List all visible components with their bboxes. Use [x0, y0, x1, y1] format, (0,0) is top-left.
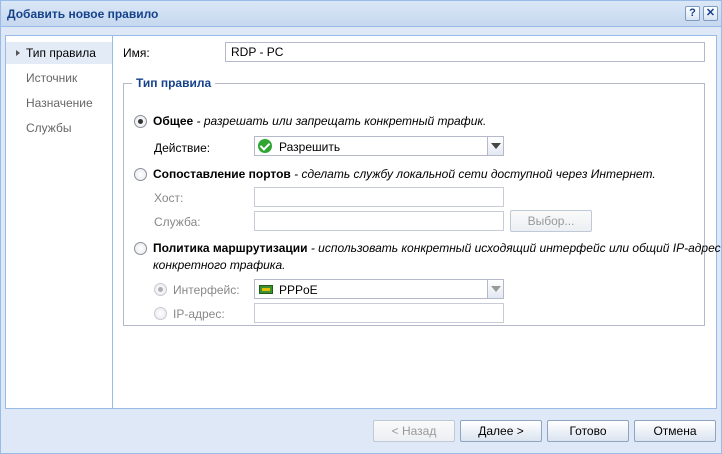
done-button[interactable]: Готово — [547, 420, 629, 442]
title-bar: Добавить новое правило ? ✕ — [1, 1, 721, 27]
ip-address-label: IP-адрес: — [173, 307, 225, 321]
chevron-down-icon[interactable] — [487, 280, 503, 298]
general-title: Общее — [153, 114, 194, 128]
action-label: Действие: — [154, 141, 211, 155]
action-selected-value: Разрешить — [279, 140, 341, 154]
sidebar-item-source[interactable]: Источник — [6, 67, 112, 89]
help-button[interactable]: ? — [685, 6, 700, 21]
sidebar-item-destination[interactable]: Назначение — [6, 92, 112, 114]
check-circle-icon — [258, 139, 272, 153]
sidebar-item-services[interactable]: Службы — [6, 117, 112, 139]
port-mapping-title: Сопоставление портов — [153, 167, 291, 181]
sidebar-item-label: Источник — [26, 71, 78, 85]
port-mapping-description: - сделать службу локальной сети доступно… — [290, 167, 656, 181]
next-button[interactable]: Далее > — [460, 420, 542, 442]
wizard-steps-sidebar: Тип правила Источник Назначение Службы — [5, 35, 113, 409]
interface-label: Интерфейс: — [173, 283, 240, 297]
interface-select[interactable]: PPPoE — [254, 279, 504, 299]
port-mapping-radio[interactable] — [134, 168, 147, 181]
routing-policy-description-cont: конкретного трафика. — [153, 258, 286, 272]
service-input[interactable] — [254, 211, 504, 231]
host-label: Хост: — [154, 191, 184, 205]
action-select[interactable]: Разрешить — [254, 136, 504, 156]
ip-address-radio[interactable] — [154, 307, 167, 320]
routing-policy-description: - использовать конкретный исходящий инте… — [307, 241, 722, 255]
close-button[interactable]: ✕ — [703, 6, 718, 21]
sidebar-item-label: Службы — [26, 121, 72, 135]
routing-policy-radio[interactable] — [134, 242, 147, 255]
interface-radio[interactable] — [154, 283, 167, 296]
rule-type-legend: Тип правила — [136, 76, 212, 90]
sidebar-item-rule-type[interactable]: Тип правила — [6, 42, 112, 64]
ip-address-input[interactable] — [254, 303, 504, 323]
name-input[interactable]: RDP - PC — [225, 42, 705, 62]
chevron-down-icon[interactable] — [487, 137, 503, 155]
service-label: Служба: — [154, 215, 201, 229]
rule-type-panel: Имя: RDP - PC Тип правила Общее - разреш… — [113, 35, 722, 409]
sidebar-item-label: Тип правила — [26, 46, 96, 60]
general-description: - разрешать или запрещать конкретный тра… — [193, 114, 487, 128]
cancel-button[interactable]: Отмена — [634, 420, 716, 442]
dialog-window: Добавить новое правило ? ✕ Тип правила И… — [0, 0, 722, 454]
name-label: Имя: — [123, 46, 150, 60]
sidebar-item-label: Назначение — [26, 96, 93, 110]
rule-type-fieldset: Тип правила Общее - разрешать или запрещ… — [123, 76, 722, 326]
general-radio[interactable] — [134, 115, 147, 128]
dialog-title: Добавить новое правило — [7, 7, 159, 21]
browse-service-button[interactable]: Выбор... — [510, 210, 592, 232]
host-input[interactable] — [254, 187, 504, 207]
arrow-right-icon — [16, 50, 20, 56]
routing-policy-option-label[interactable]: Политика маршрутизации - использовать ко… — [153, 241, 722, 255]
back-button[interactable]: < Назад — [373, 420, 455, 442]
interface-selected-value: PPPoE — [279, 283, 318, 297]
network-card-icon — [259, 285, 273, 294]
general-option-label[interactable]: Общее - разрешать или запрещать конкретн… — [153, 114, 486, 128]
routing-policy-title: Политика маршрутизации — [153, 241, 308, 255]
port-mapping-option-label[interactable]: Сопоставление портов - сделать службу ло… — [153, 167, 656, 181]
